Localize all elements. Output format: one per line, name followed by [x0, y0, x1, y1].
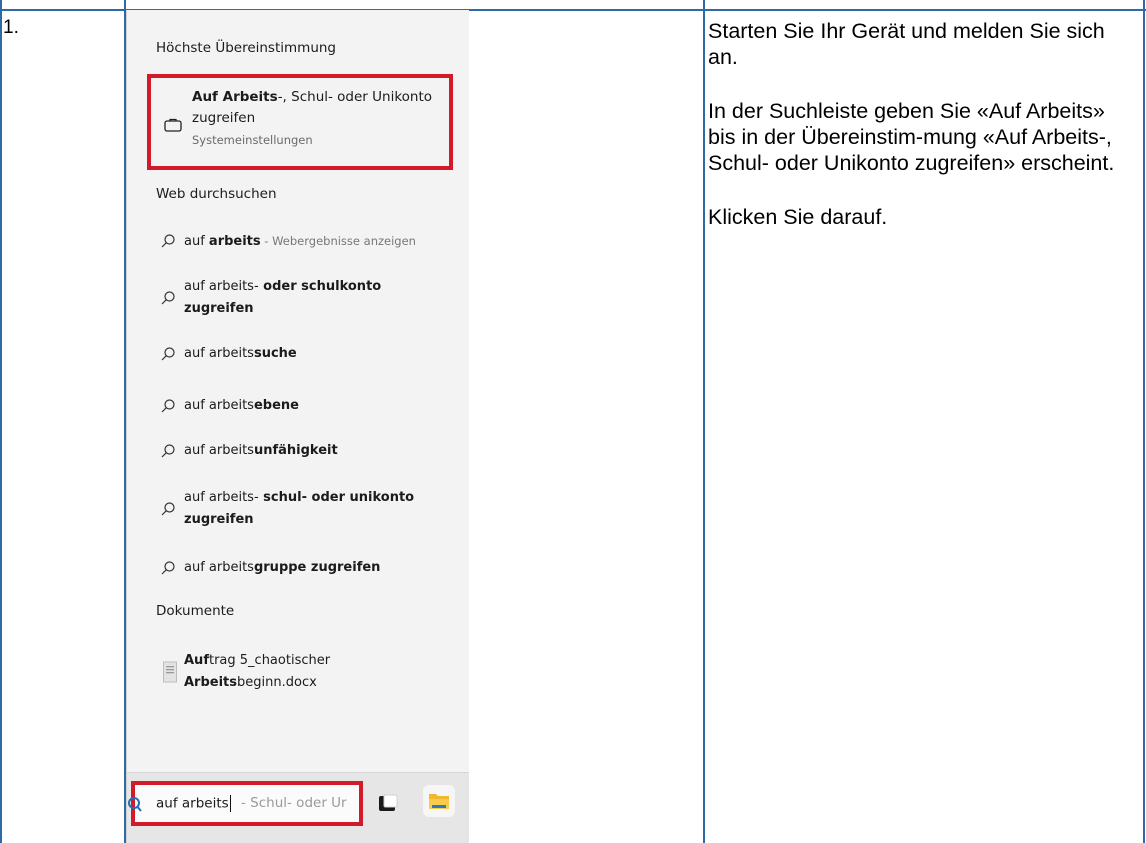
step-number: 1.	[3, 17, 19, 38]
taskbar: auf arbeits - Schul- oder Ur	[127, 772, 469, 843]
web-heading: Web durchsuchen	[156, 186, 277, 202]
search-box[interactable]: auf arbeits - Schul- oder Ur	[128, 781, 363, 826]
search-icon	[161, 502, 175, 516]
briefcase-icon	[164, 118, 182, 132]
search-suggestion: - Schul- oder Ur	[241, 795, 347, 811]
document-icon	[163, 661, 177, 683]
best-match-subtitle: Systemeinstellungen	[192, 133, 313, 147]
table-right-border	[1143, 0, 1145, 843]
search-input[interactable]: auf arbeits	[156, 795, 231, 812]
instruction-2: In der Suchleiste geben Sie «Auf Arbeits…	[708, 99, 1115, 175]
best-match-title: Auf Arbeits-, Schul- oder Unikonto	[192, 89, 433, 105]
file-explorer-button[interactable]	[423, 785, 455, 817]
best-match-title-line2: zugreifen	[192, 110, 256, 126]
search-screenshot: Höchste Übereinstimmung Auf Arbeits-, Sc…	[126, 10, 469, 843]
best-match-heading: Höchste Übereinstimmung	[156, 40, 336, 56]
search-icon	[161, 444, 175, 458]
table-left-border	[0, 0, 2, 843]
best-match-result[interactable]: Auf Arbeits-, Schul- oder Unikonto zugre…	[147, 74, 453, 170]
search-icon	[161, 234, 175, 248]
instruction-text: Starten Sie Ihr Gerät und melden Sie sic…	[708, 18, 1138, 258]
search-icon	[161, 291, 175, 305]
table-col2-border	[703, 0, 705, 843]
document-result[interactable]: Auftrag 5_chaotischer Arbeitsbeginn.docx	[184, 650, 330, 694]
search-icon	[161, 561, 175, 575]
instruction-3: Klicken Sie darauf.	[708, 205, 888, 229]
task-view-icon[interactable]	[377, 792, 399, 814]
search-icon	[161, 399, 175, 413]
folder-icon	[429, 794, 449, 809]
documents-heading: Dokumente	[156, 603, 235, 619]
search-icon	[161, 347, 175, 361]
search-icon	[128, 797, 142, 812]
instruction-1: Starten Sie Ihr Gerät und melden Sie sic…	[708, 19, 1105, 69]
